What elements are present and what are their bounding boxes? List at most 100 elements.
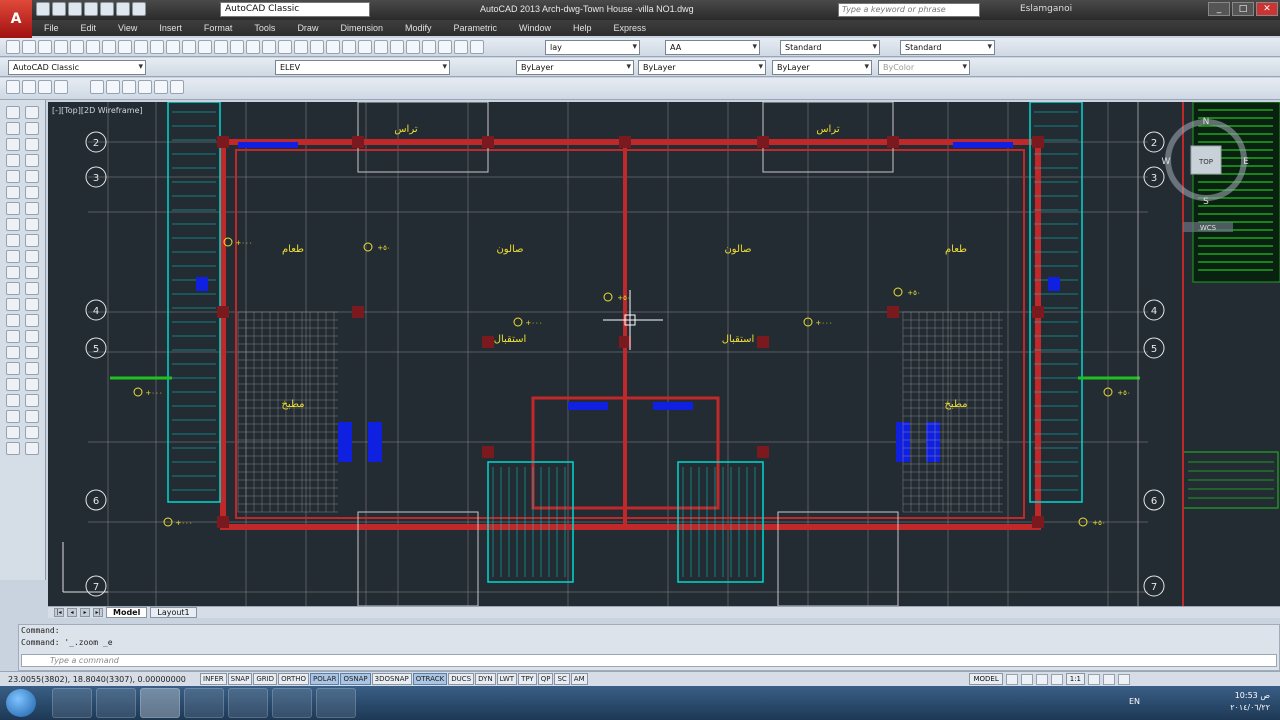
tool-icon[interactable] — [166, 40, 180, 54]
toggle-snap[interactable]: SNAP — [227, 673, 253, 685]
maximize-button[interactable]: □ — [1232, 2, 1254, 16]
tool-icon[interactable] — [6, 282, 20, 295]
revit-icon[interactable] — [184, 688, 224, 718]
tool-icon[interactable] — [6, 40, 20, 54]
tool-icon[interactable] — [25, 218, 39, 231]
toggle-lwt[interactable]: LWT — [496, 673, 518, 685]
toggle-dyn[interactable]: DYN — [475, 673, 496, 685]
new-icon[interactable] — [36, 2, 50, 16]
all-annot-front-icon[interactable] — [138, 80, 152, 94]
mleader-style-select[interactable]: Standard — [900, 40, 995, 55]
tool-icon[interactable] — [278, 40, 292, 54]
save-icon[interactable] — [68, 2, 82, 16]
close-button[interactable]: ✕ — [1256, 2, 1278, 16]
search-input[interactable]: Type a keyword or phrase — [838, 3, 980, 17]
tool-icon[interactable] — [6, 170, 20, 183]
tool-icon[interactable] — [25, 106, 39, 119]
tool-icon[interactable] — [390, 40, 404, 54]
dim-style-select[interactable]: AA — [665, 40, 760, 55]
tool-icon[interactable] — [6, 154, 20, 167]
tool-icon[interactable] — [6, 346, 20, 359]
tool-icon[interactable] — [25, 410, 39, 423]
tab-last-button[interactable]: ▸| — [93, 608, 103, 617]
tool-icon[interactable] — [230, 40, 244, 54]
toggle-infer[interactable]: INFER — [200, 673, 227, 685]
tool-icon[interactable] — [6, 410, 20, 423]
browser-icon[interactable] — [96, 688, 136, 718]
tool-icon[interactable] — [25, 234, 39, 247]
table-style-select[interactable]: Standard — [780, 40, 880, 55]
toggle-am[interactable]: AM — [570, 673, 588, 685]
tool-icon[interactable] — [25, 298, 39, 311]
app-misc-icon[interactable] — [316, 688, 356, 718]
tool-icon[interactable] — [6, 394, 20, 407]
tool-icon[interactable] — [6, 106, 20, 119]
tool-icon[interactable] — [422, 40, 436, 54]
menu-help[interactable]: Help — [573, 23, 592, 33]
tool-icon[interactable] — [102, 40, 116, 54]
menu-dimension[interactable]: Dimension — [340, 23, 383, 33]
tool-icon[interactable] — [38, 40, 52, 54]
tool-icon[interactable] — [25, 138, 39, 151]
tool-icon[interactable] — [454, 40, 468, 54]
menu-edit[interactable]: Edit — [81, 23, 97, 33]
tool-icon[interactable] — [6, 218, 20, 231]
tool-icon[interactable] — [6, 122, 20, 135]
tab-prev-button[interactable]: ◂ — [67, 608, 77, 617]
toggle-ducs[interactable]: DUCS — [448, 673, 475, 685]
tool-icon[interactable] — [438, 40, 452, 54]
tool-icon[interactable] — [25, 282, 39, 295]
user-name[interactable]: Eslamganoi — [1020, 4, 1072, 14]
menu-file[interactable]: File — [44, 23, 59, 33]
plot-icon[interactable] — [100, 2, 114, 16]
menu-view[interactable]: View — [118, 23, 137, 33]
tool-icon[interactable] — [25, 122, 39, 135]
tool-icon[interactable] — [182, 40, 196, 54]
open-icon[interactable] — [52, 2, 66, 16]
app-x-icon[interactable] — [272, 688, 312, 718]
lock-icon[interactable] — [1103, 673, 1115, 685]
color-select[interactable]: ByLayer — [516, 60, 634, 75]
tool-icon[interactable] — [6, 298, 20, 311]
zoom-icon[interactable] — [1050, 673, 1063, 685]
tool-icon[interactable] — [25, 330, 39, 343]
tool-icon[interactable] — [6, 234, 20, 247]
menu-express[interactable]: Express — [614, 23, 647, 33]
annotation-scale[interactable]: 1:1 — [1065, 673, 1085, 685]
toggle-3dosnap[interactable]: 3DOSNAP — [371, 673, 412, 685]
undo-icon[interactable] — [116, 2, 130, 16]
tool-icon[interactable] — [25, 442, 39, 455]
tool-icon[interactable] — [25, 154, 39, 167]
tool-icon[interactable] — [6, 330, 20, 343]
toggle-ortho[interactable]: ORTHO — [278, 673, 309, 685]
tool-icon[interactable] — [6, 362, 20, 375]
tool-icon[interactable] — [6, 202, 20, 215]
model-button[interactable]: MODEL — [969, 673, 1003, 685]
tool-icon[interactable] — [470, 40, 484, 54]
tool-icon[interactable] — [6, 314, 20, 327]
tool-icon[interactable] — [326, 40, 340, 54]
tool-icon[interactable] — [25, 378, 39, 391]
minimize-button[interactable]: _ — [1208, 2, 1230, 16]
tool-icon[interactable] — [25, 314, 39, 327]
tool-icon[interactable] — [25, 426, 39, 439]
ref-close-icon[interactable] — [170, 80, 184, 94]
workspace-select[interactable]: AutoCAD Classic — [220, 2, 370, 17]
tool-icon[interactable] — [6, 266, 20, 279]
start-button[interactable] — [6, 689, 36, 717]
toggle-tpy[interactable]: TPY — [518, 673, 537, 685]
tool-icon[interactable] — [54, 40, 68, 54]
quick-view-drawings-icon[interactable] — [1020, 673, 1033, 685]
tool-icon[interactable] — [310, 40, 324, 54]
tool-icon[interactable] — [406, 40, 420, 54]
tool-icon[interactable] — [25, 266, 39, 279]
toggle-qp[interactable]: QP — [537, 673, 554, 685]
tool-icon[interactable] — [118, 40, 132, 54]
tool-icon[interactable] — [6, 250, 20, 263]
tool-icon[interactable] — [358, 40, 372, 54]
after-effects-icon[interactable] — [228, 688, 268, 718]
tool-icon[interactable] — [25, 170, 39, 183]
workspace-switch-icon[interactable] — [1088, 673, 1100, 685]
tool-icon[interactable] — [86, 40, 100, 54]
menu-parametric[interactable]: Parametric — [454, 23, 498, 33]
